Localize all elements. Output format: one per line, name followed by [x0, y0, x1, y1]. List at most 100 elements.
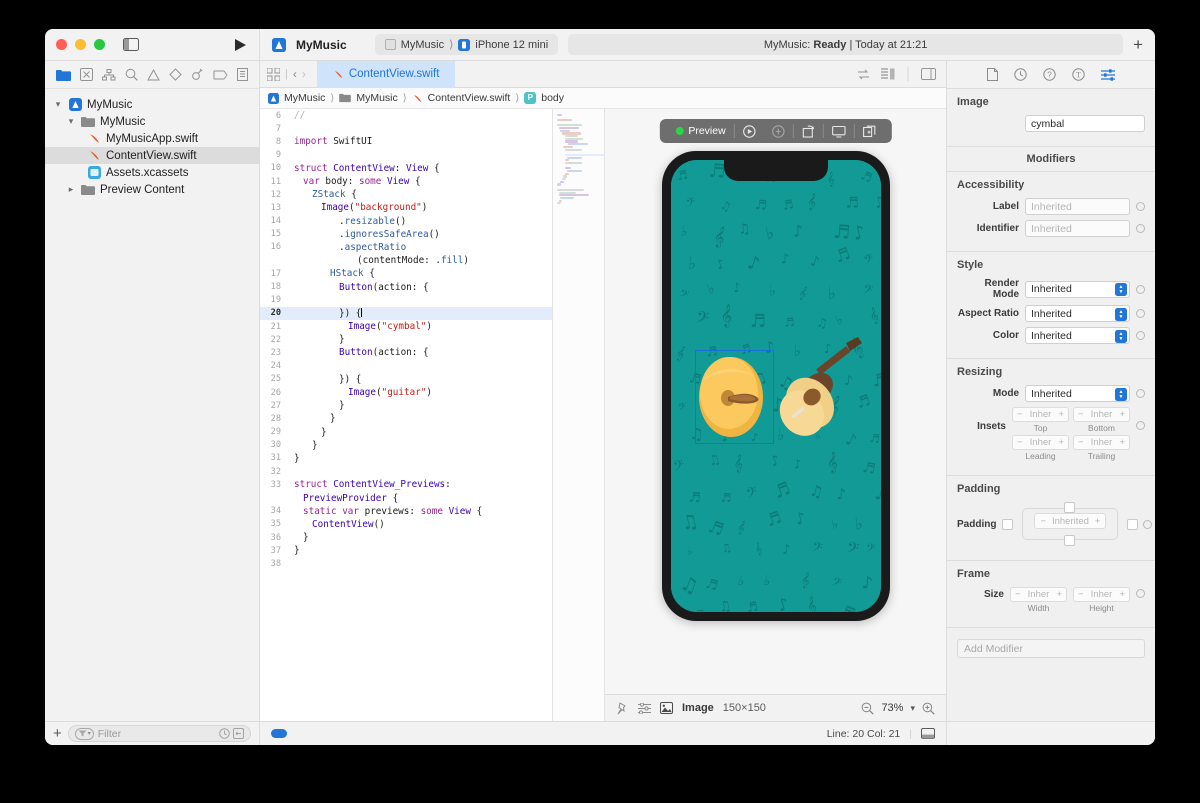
- run-button[interactable]: [234, 38, 247, 52]
- source-code-editor[interactable]: 6 // 7 8 import SwiftUI 9 10 struct ContentView…: [260, 109, 553, 721]
- warning-icon[interactable]: [147, 68, 160, 81]
- zoom-window-button[interactable]: [94, 39, 105, 50]
- code-line[interactable]: 28}: [260, 412, 552, 425]
- search-icon[interactable]: [125, 68, 138, 81]
- code-line[interactable]: 15 .ignoresSafeArea(): [260, 228, 552, 241]
- code-line[interactable]: 26 Image("guitar"): [260, 386, 552, 399]
- code-line[interactable]: PreviewProvider {: [260, 491, 552, 504]
- add-file-button[interactable]: +: [53, 725, 62, 742]
- zoom-in-icon[interactable]: [922, 702, 935, 715]
- code-line[interactable]: 13 Image("background"): [260, 201, 552, 214]
- padding-leading-checkbox[interactable]: [1002, 518, 1014, 530]
- source-control-icon[interactable]: [79, 68, 93, 81]
- grid-layout-icon[interactable]: [267, 67, 280, 81]
- breadcrumb-item-project[interactable]: MyMusic: [284, 92, 325, 104]
- code-line[interactable]: 33 struct ContentView_Previews:: [260, 478, 552, 491]
- accessibility-inspector-icon[interactable]: T: [1072, 68, 1085, 81]
- history-inspector-icon[interactable]: [1014, 68, 1027, 81]
- code-line[interactable]: 12 ZStack {: [260, 188, 552, 201]
- live-preview-icon[interactable]: [735, 123, 764, 139]
- tree-row-group-mymusic[interactable]: ▾ MyMusic: [45, 113, 259, 130]
- plus-icon[interactable]: +: [1056, 589, 1062, 600]
- disclosure-triangle-icon[interactable]: ▾: [66, 116, 76, 127]
- stepper-icon[interactable]: ▲ ▼: [1115, 387, 1127, 401]
- hierarchy-icon[interactable]: [101, 68, 116, 81]
- folder-icon[interactable]: [55, 69, 71, 81]
- code-review-icon[interactable]: [857, 69, 870, 80]
- minus-icon[interactable]: −: [1078, 409, 1084, 420]
- code-line[interactable]: 16 .aspectRatio: [260, 241, 552, 254]
- inspect-preview-icon[interactable]: [764, 123, 793, 139]
- padding-value-field[interactable]: − Inherited +: [1034, 513, 1107, 529]
- attributes-inspector-icon[interactable]: [1101, 68, 1115, 81]
- test-icon[interactable]: [169, 68, 182, 81]
- code-line[interactable]: 27}: [260, 399, 552, 412]
- frame-size-toggle[interactable]: [1136, 589, 1145, 598]
- stepper-icon[interactable]: ▲ ▼: [1115, 329, 1127, 343]
- preview-status[interactable]: Preview: [667, 123, 733, 139]
- debug-icon[interactable]: [191, 68, 204, 81]
- scheme-destination-selector[interactable]: MyMusic ⟩ iPhone 12 mini: [374, 34, 559, 55]
- navigate-back-icon[interactable]: ‹: [293, 67, 297, 81]
- zoom-out-icon[interactable]: [861, 702, 875, 715]
- guitar-image[interactable]: [774, 335, 864, 447]
- disclosure-triangle-icon[interactable]: ▸: [66, 184, 76, 195]
- code-line[interactable]: 24: [260, 360, 552, 373]
- recent-filter-icon[interactable]: [219, 728, 230, 739]
- render-mode-select[interactable]: Inherited ▲ ▼: [1025, 280, 1130, 298]
- tree-row-assets-xcassets[interactable]: Assets.xcassets: [45, 164, 259, 181]
- code-line[interactable]: 11 var body: some View {: [260, 175, 552, 188]
- minimize-window-button[interactable]: [75, 39, 86, 50]
- padding-bottom-checkbox[interactable]: [1064, 535, 1076, 546]
- padding-top-checkbox[interactable]: [1064, 502, 1076, 513]
- toggle-navigator-icon[interactable]: [123, 38, 139, 51]
- inset-bottom-field[interactable]: − Inher +: [1073, 407, 1130, 422]
- resizing-mode-select[interactable]: Inherited ▲ ▼: [1025, 385, 1130, 402]
- code-line[interactable]: 25}) {: [260, 373, 552, 386]
- padding-trailing-checkbox[interactable]: [1127, 518, 1139, 530]
- frame-width-field[interactable]: − Inher +: [1010, 587, 1067, 602]
- toggle-inspector-icon[interactable]: [921, 68, 936, 80]
- disclosure-triangle-icon[interactable]: ▾: [53, 99, 63, 110]
- show-debug-area-icon[interactable]: [921, 728, 935, 739]
- chevron-down-icon[interactable]: ▾: [910, 703, 915, 714]
- file-inspector-icon[interactable]: [987, 68, 998, 81]
- accessibility-identifier-field[interactable]: Inherited: [1025, 220, 1130, 237]
- editor-scroll-indicator[interactable]: [271, 729, 287, 738]
- minus-icon[interactable]: −: [1040, 516, 1046, 527]
- close-window-button[interactable]: [56, 39, 67, 50]
- resizing-mode-toggle[interactable]: [1136, 389, 1145, 398]
- help-inspector-icon[interactable]: ?: [1043, 68, 1056, 81]
- code-line[interactable]: 9: [260, 149, 552, 162]
- plus-icon[interactable]: +: [1119, 589, 1125, 600]
- code-line[interactable]: 23 Button(action: {: [260, 346, 552, 359]
- plus-icon[interactable]: +: [1058, 437, 1064, 448]
- code-line[interactable]: 8 import SwiftUI: [260, 135, 552, 148]
- code-line[interactable]: 7: [260, 122, 552, 135]
- color-toggle[interactable]: [1136, 331, 1145, 340]
- code-line[interactable]: 31}: [260, 452, 552, 465]
- code-line[interactable]: 32: [260, 465, 552, 478]
- code-line[interactable]: 37}: [260, 544, 552, 557]
- device-preview-icon[interactable]: [824, 123, 854, 139]
- minus-icon[interactable]: −: [1017, 409, 1023, 420]
- code-minimap[interactable]: [553, 109, 605, 721]
- inset-trailing-field[interactable]: − Inher +: [1073, 435, 1130, 450]
- code-line[interactable]: 14 .resizable(): [260, 215, 552, 228]
- code-line[interactable]: 19: [260, 294, 552, 307]
- color-select[interactable]: Inherited ▲ ▼: [1025, 327, 1130, 344]
- adjust-editor-options-icon[interactable]: [880, 68, 895, 80]
- plus-icon[interactable]: +: [1119, 409, 1125, 420]
- tree-row-mymusicapp-swift[interactable]: MyMusicApp.swift: [45, 130, 259, 147]
- code-line[interactable]: 29}: [260, 426, 552, 439]
- device-screen[interactable]: ♬♬♬♬♪𝄞♬𝄢♫♬♬𝄞♬♫♭𝄞♫♭♪♬♪♭♪♪♪♪♬𝄢𝄢♭♪♭𝄞♭𝄢𝄢𝄞♬♬♫…: [670, 160, 881, 612]
- image-name-field[interactable]: cymbal: [1025, 115, 1145, 132]
- code-line[interactable]: 17 HStack {: [260, 267, 552, 280]
- collapse-filter-icon[interactable]: [233, 728, 244, 739]
- tree-row-preview-content[interactable]: ▸ Preview Content: [45, 181, 259, 198]
- accessibility-identifier-toggle[interactable]: [1136, 224, 1145, 233]
- inset-leading-field[interactable]: − Inher +: [1012, 435, 1069, 450]
- navigate-forward-icon[interactable]: ›: [302, 67, 306, 81]
- breadcrumb-item-group[interactable]: MyMusic: [356, 92, 397, 104]
- tree-row-project[interactable]: ▾ MyMusic: [45, 96, 259, 113]
